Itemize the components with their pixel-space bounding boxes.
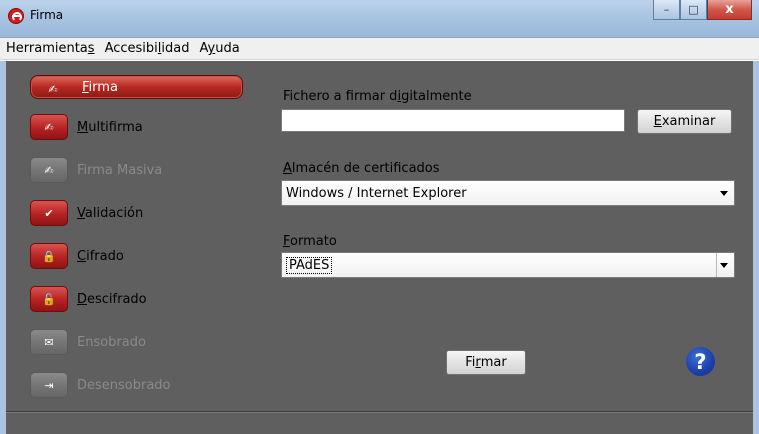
sign-button[interactable]: Fi r mar [446,350,526,375]
lock-binary-icon: 🔒 [30,243,68,269]
sidebar-item-label: Cifrado [77,248,124,264]
certificate-store-select[interactable]: Windows / Internet Explorer [281,180,735,206]
minimize-button[interactable]: – [653,0,680,20]
sidebar-item-label: Ensobrado [77,334,146,350]
sidebar-item-firma-masiva: ✍ Firma Masiva [30,156,162,184]
sidebar-item-cifrado[interactable]: 🔒 Cifrado [30,242,124,270]
sidebar-item-label: Desensobrado [77,377,171,393]
format-select[interactable]: PAdES [281,252,735,278]
sidebar-item-label: Multifirma [77,119,143,135]
sidebar-item-ensobrado: ✉ Ensobrado [30,328,146,356]
help-icon[interactable]: ? [686,347,715,376]
certificate-store-value: Windows / Internet Explorer [286,185,467,201]
window-title: Firma [30,8,64,22]
check-sign-icon: ✔ [30,200,68,226]
multi-people-icon: ✍ [30,114,68,140]
sidebar-item-desensobrado: ⇥ Desensobrado [30,371,171,399]
window-controls: – □ x [653,0,752,20]
sidebar-item-label: Firma [82,79,118,95]
menu-herramientas[interactable]: Herramientas [6,41,95,56]
sidebar-item-firma[interactable]: ✍ Firma [30,75,243,99]
title-bar: Firma – □ x [0,0,759,38]
sidebar-item-descifrado[interactable]: 🔓 Descifrado [30,285,147,313]
format-label: Formato [283,234,337,249]
chevron-down-icon [720,191,728,196]
open-envelope-icon: ⇥ [30,372,68,398]
app-logo-icon [8,8,24,24]
unlock-binary-icon: 🔓 [30,286,68,312]
batch-sign-icon: ✍ [30,157,68,183]
file-path-input[interactable] [281,109,625,132]
sidebar-item-validacion[interactable]: ✔ Validación [30,199,143,227]
browse-button[interactable]: Examinar [637,109,732,134]
close-button[interactable]: x [707,0,752,20]
sidebar-item-label: Descifrado [77,291,147,307]
status-bar [6,411,753,434]
file-label: Fichero a firmar digitalmente [283,89,472,104]
sidebar-item-label: Firma Masiva [77,162,163,178]
menu-ayuda[interactable]: Ayuda [200,41,240,56]
chevron-down-icon [720,263,728,268]
menu-accesibilidad[interactable]: Accesibilidad [105,41,190,56]
sidebar-item-label: Validación [77,205,144,221]
menu-bar: Herramientas Accesibilidad Ayuda [0,38,759,60]
maximize-button[interactable]: □ [680,0,707,20]
certificate-store-label: Almacén de certificados [283,161,440,176]
sidebar-item-multifirma[interactable]: ✍ Multifirma [30,113,143,141]
format-value: PAdES [286,256,333,274]
pen-people-icon: ✍ [48,82,58,96]
envelope-icon: ✉ [30,329,68,355]
